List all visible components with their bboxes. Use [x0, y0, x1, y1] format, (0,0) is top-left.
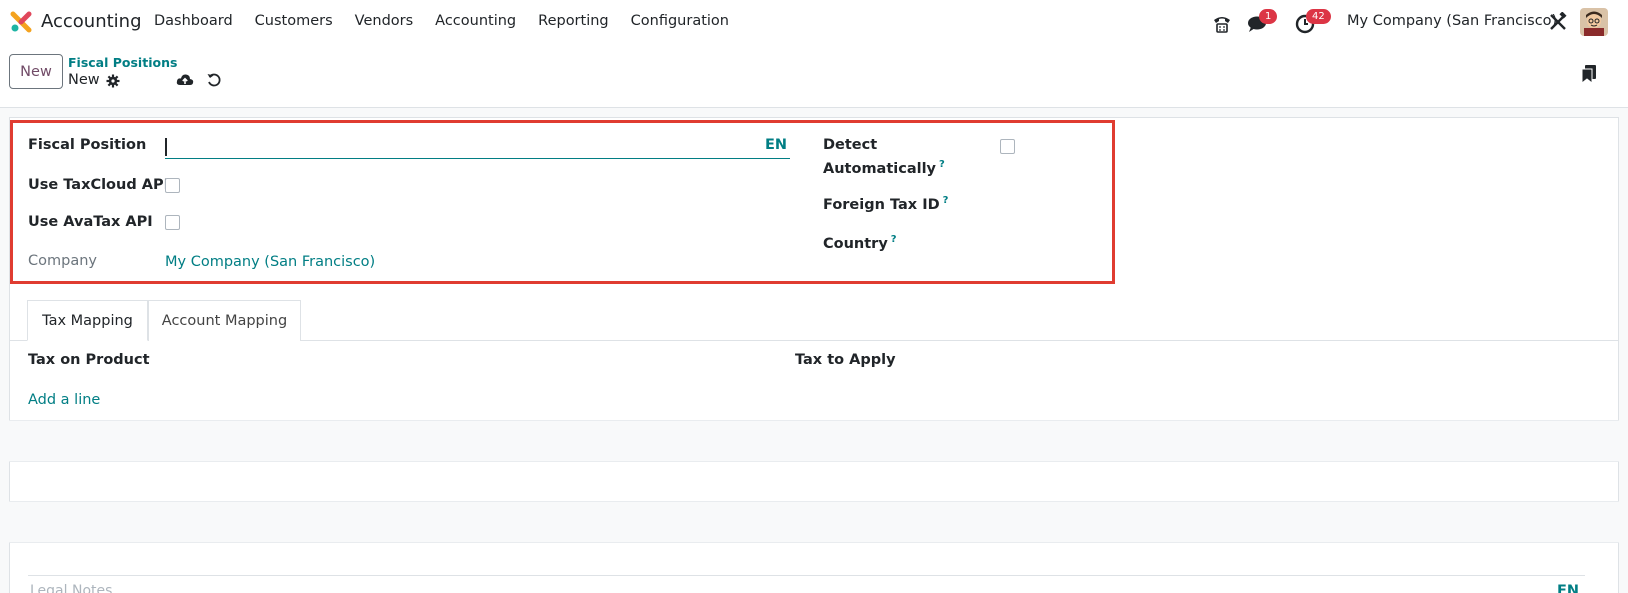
phone-icon[interactable] [1210, 12, 1234, 36]
fiscal-position-label: Fiscal Position [28, 137, 147, 153]
fiscal-position-input[interactable] [165, 158, 790, 159]
menu-dashboard[interactable]: Dashboard [154, 13, 233, 29]
top-navbar: Accounting Dashboard Customers Vendors A… [0, 0, 1628, 46]
avatax-label: Use AvaTax API [28, 214, 153, 230]
user-avatar[interactable] [1580, 8, 1608, 36]
notes-divider [28, 575, 1585, 576]
help-icon[interactable]: ? [943, 195, 949, 206]
company-switcher[interactable]: My Company (San Francisco) [1347, 13, 1557, 29]
app-name[interactable]: Accounting [41, 11, 142, 32]
country-label: Country? [823, 234, 897, 252]
tab-account-mapping[interactable]: Account Mapping [148, 300, 301, 341]
breadcrumb-fiscal-positions[interactable]: Fiscal Positions [68, 55, 177, 70]
foreign-tax-id-label: Foreign Tax ID? [823, 195, 948, 213]
notes-language-toggle[interactable]: EN [1557, 583, 1579, 593]
country-text: Country [823, 235, 888, 252]
foreign-tax-id-text: Foreign Tax ID [823, 196, 940, 213]
detect-automatically-text: Automatically [823, 160, 937, 177]
menu-vendors[interactable]: Vendors [355, 13, 414, 29]
taxcloud-label: Use TaxCloud API [28, 177, 170, 193]
taxcloud-checkbox[interactable] [165, 178, 180, 193]
company-field[interactable]: My Company (San Francisco) [165, 254, 375, 270]
row-divider [9, 461, 1619, 462]
messages-badge: 1 [1259, 9, 1278, 24]
column-tax-on-product[interactable]: Tax on Product [28, 352, 150, 368]
detect-automatically-checkbox[interactable] [1000, 139, 1015, 154]
help-icon[interactable]: ? [891, 234, 897, 245]
add-line-link[interactable]: Add a line [28, 392, 100, 408]
menu-configuration[interactable]: Configuration [631, 13, 729, 29]
help-icon[interactable]: ? [939, 159, 945, 170]
legal-notes-field[interactable]: Legal Notes... [30, 583, 126, 593]
empty-row [9, 502, 1619, 542]
detect-automatically-label-line1: Detect [823, 137, 878, 153]
new-button[interactable]: New [9, 54, 63, 89]
language-toggle[interactable]: EN [765, 137, 787, 153]
avatax-checkbox[interactable] [165, 215, 180, 230]
gear-icon[interactable] [106, 74, 120, 88]
activities-badge: 42 [1306, 9, 1331, 24]
menu-reporting[interactable]: Reporting [538, 13, 609, 29]
discard-icon[interactable] [206, 72, 222, 88]
menu-customers[interactable]: Customers [255, 13, 333, 29]
accounting-app-icon[interactable] [10, 11, 32, 33]
control-panel: New Fiscal Positions New [0, 46, 1628, 108]
row-divider [9, 542, 1619, 543]
empty-row [9, 421, 1619, 461]
cloud-save-icon[interactable] [176, 72, 194, 88]
chatter-toggle-icon[interactable] [1581, 64, 1597, 84]
menu-accounting[interactable]: Accounting [435, 13, 516, 29]
tab-tax-mapping[interactable]: Tax Mapping [27, 300, 148, 341]
main-menu: Dashboard Customers Vendors Accounting R… [154, 13, 751, 29]
debug-tools-icon[interactable] [1548, 12, 1568, 32]
company-label: Company [28, 253, 97, 269]
column-tax-to-apply[interactable]: Tax to Apply [795, 352, 896, 368]
detect-automatically-label-line2: Automatically? [823, 159, 945, 177]
text-caret [165, 138, 167, 156]
record-name: New [68, 72, 100, 88]
